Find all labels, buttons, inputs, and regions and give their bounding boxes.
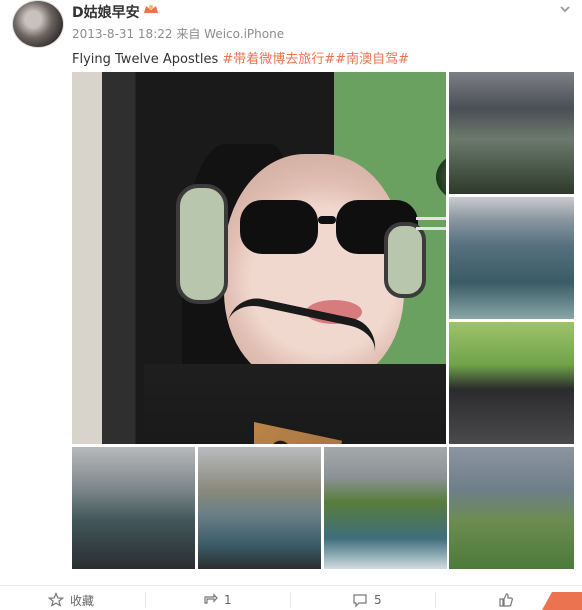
- post-time[interactable]: 2013-8-31 18:22: [72, 27, 173, 41]
- repost-icon: [204, 593, 218, 604]
- photo-thumb-1[interactable]: [449, 72, 574, 194]
- photo-thumb-5[interactable]: [198, 447, 321, 569]
- repost-button[interactable]: 1: [202, 592, 232, 608]
- post-meta: 2013-8-31 18:22 来自 Weico.iPhone: [72, 25, 284, 42]
- thumbs-up-icon: [499, 593, 513, 607]
- divider: [435, 592, 436, 608]
- post-actions-bar: 收藏 1 5: [0, 585, 582, 610]
- headset-right-cup: [384, 222, 426, 298]
- headset-left-cup: [176, 184, 228, 304]
- corner-mail-icon[interactable]: [542, 592, 582, 610]
- avatar[interactable]: [12, 0, 64, 48]
- photo-thumb-2[interactable]: [449, 197, 574, 319]
- photo-thumb-6[interactable]: [324, 447, 447, 569]
- repost-count: 1: [224, 593, 232, 607]
- divider: [290, 592, 291, 608]
- author-name[interactable]: D姑娘早安: [72, 2, 140, 22]
- photo-thumb-4[interactable]: [72, 447, 195, 569]
- vip-badge-icon: [144, 5, 158, 13]
- tag-travel-with-weibo[interactable]: #带着微博去旅行#: [222, 52, 335, 67]
- comment-count: 5: [374, 593, 382, 607]
- post-content: Flying Twelve Apostles #带着微博去旅行##南澳自驾#: [72, 48, 409, 67]
- photo-thumb-3[interactable]: [449, 322, 574, 444]
- source-prefix: 来自: [176, 27, 201, 41]
- post-source-link[interactable]: Weico.iPhone: [204, 27, 284, 41]
- photo-main-selfie[interactable]: [72, 72, 446, 444]
- fence-shape: [416, 217, 446, 220]
- weibo-post-card: D姑娘早安 2013-8-31 18:22 来自 Weico.iPhone Fl…: [0, 0, 582, 610]
- star-icon: [48, 592, 64, 607]
- post-text: Flying Twelve Apostles: [72, 52, 219, 67]
- favorite-button[interactable]: 收藏: [48, 592, 94, 608]
- comment-button[interactable]: 5: [352, 592, 382, 608]
- photo-thumb-7[interactable]: [449, 447, 574, 569]
- favorite-label: 收藏: [70, 593, 95, 608]
- tag-south-australia-drive[interactable]: #南澳自驾#: [335, 52, 409, 67]
- comment-icon: [353, 594, 367, 608]
- like-button[interactable]: [498, 592, 514, 608]
- more-caret-icon[interactable]: [558, 2, 572, 16]
- divider: [145, 592, 146, 608]
- tree-shape: [436, 150, 446, 204]
